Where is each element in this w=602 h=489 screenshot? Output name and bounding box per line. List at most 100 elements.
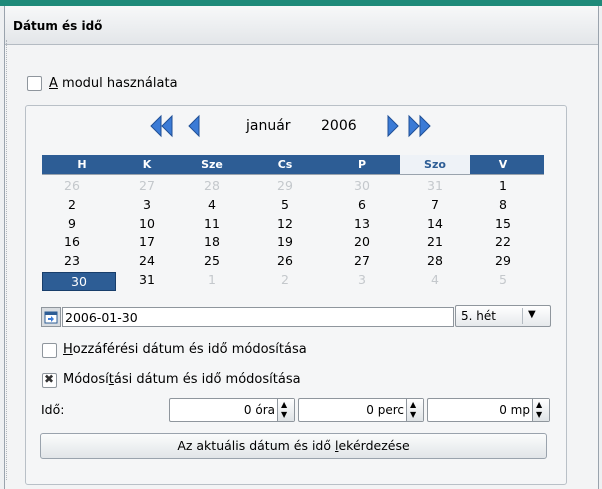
week-select[interactable]: 5. hét ▼	[455, 305, 551, 327]
day-cell[interactable]: 2	[42, 197, 102, 212]
day-cell[interactable]: 20	[332, 234, 392, 249]
double-left-arrow-icon	[150, 114, 173, 138]
calendar-toggle-button[interactable]	[41, 307, 61, 327]
weekday-header: V	[498, 158, 508, 171]
get-current-datetime-button[interactable]: Az aktuális dátum és idő lekérdezése	[40, 433, 547, 459]
day-cell[interactable]: 15	[473, 216, 533, 231]
label-text: ekérdezése	[338, 438, 410, 453]
panel-title: Dátum és idő	[13, 19, 103, 33]
seconds-spin-buttons[interactable]: ▲ ▼	[532, 399, 549, 421]
modify-date-checkbox-label[interactable]: Módosítási dátum és idő módosítása	[63, 372, 301, 387]
day-cell[interactable]: 18	[182, 234, 242, 249]
day-cell[interactable]: 12	[255, 216, 315, 231]
week-select-value: 5. hét	[461, 309, 496, 323]
next-month-button[interactable]	[385, 113, 401, 146]
year-label[interactable]: 2006	[321, 118, 357, 134]
day-cell[interactable]: 9	[42, 216, 102, 231]
day-cell[interactable]: 29	[473, 253, 533, 268]
day-cell[interactable]: 24	[117, 253, 177, 268]
day-cell[interactable]: 28	[400, 253, 470, 268]
next-year-button[interactable]	[407, 113, 433, 146]
modify-date-checkbox[interactable]	[42, 372, 57, 388]
double-right-arrow-icon	[408, 114, 431, 138]
day-cell[interactable]: 4	[182, 197, 242, 212]
month-label[interactable]: január	[246, 118, 291, 134]
accel-char: A	[49, 76, 58, 91]
spin-down-icon[interactable]: ▼	[410, 410, 416, 419]
time-label: Idő:	[41, 402, 65, 417]
weekday-header: Cs	[277, 158, 293, 171]
chevron-down-icon: ▼	[528, 309, 536, 320]
day-cell[interactable]: 8	[473, 197, 533, 212]
label-text: Módosí	[63, 372, 109, 387]
spin-down-icon[interactable]: ▼	[536, 410, 542, 419]
hours-spinbox[interactable]: 0 óra ▲ ▼	[169, 398, 295, 422]
header-separator	[42, 174, 544, 175]
day-cell[interactable]: 4	[400, 272, 470, 287]
minutes-spinbox[interactable]: 0 perc ▲ ▼	[298, 398, 424, 422]
date-input[interactable]: 2006-01-30	[62, 307, 454, 327]
seconds-value: 0 mp	[499, 403, 530, 417]
calendar-icon	[44, 311, 58, 324]
day-cell[interactable]: 31	[400, 178, 470, 193]
day-cell[interactable]: 28	[182, 178, 242, 193]
left-arrow-icon	[188, 114, 200, 138]
day-cell[interactable]: 31	[117, 272, 177, 287]
minutes-spin-buttons[interactable]: ▲ ▼	[406, 399, 423, 421]
label-text: modul használata	[57, 76, 178, 91]
day-cell[interactable]: 21	[400, 234, 470, 249]
day-cell[interactable]: 23	[42, 253, 102, 268]
day-cell[interactable]: 25	[182, 253, 242, 268]
day-cell[interactable]: 27	[117, 178, 177, 193]
right-arrow-icon	[387, 114, 399, 138]
day-cell[interactable]: 6	[332, 197, 392, 212]
access-date-checkbox[interactable]	[42, 343, 57, 358]
seconds-spinbox[interactable]: 0 mp ▲ ▼	[427, 398, 550, 422]
day-cell[interactable]: 5	[473, 272, 533, 287]
day-cell[interactable]: 19	[255, 234, 315, 249]
day-cell[interactable]: 5	[255, 197, 315, 212]
weekday-header: H	[77, 158, 87, 171]
module-checkbox-label[interactable]: A modul használata	[49, 76, 178, 91]
weekday-header: K	[142, 158, 152, 171]
label-text: Az aktuális dátum és idő	[177, 438, 335, 453]
spin-up-icon[interactable]: ▲	[410, 400, 416, 409]
module-checkbox[interactable]	[27, 76, 42, 91]
day-cell[interactable]: 1	[182, 272, 242, 287]
weekday-header: P	[357, 158, 367, 171]
day-cell[interactable]: 10	[117, 216, 177, 231]
day-cell[interactable]: 7	[400, 197, 470, 212]
label-text: ozzáférési dátum és idő módosítása	[72, 342, 307, 357]
day-cell[interactable]: 16	[42, 234, 102, 249]
prev-year-button[interactable]	[148, 113, 174, 146]
select-divider	[522, 308, 523, 324]
day-cell[interactable]: 17	[117, 234, 177, 249]
day-cell[interactable]: 3	[117, 197, 177, 212]
day-cell[interactable]: 27	[332, 253, 392, 268]
weekday-header: Sze	[201, 158, 223, 171]
spin-down-icon[interactable]: ▼	[281, 410, 287, 419]
day-cell[interactable]: 11	[182, 216, 242, 231]
day-cell[interactable]: 13	[332, 216, 392, 231]
day-cell[interactable]: 14	[400, 216, 470, 231]
day-cell[interactable]: 2	[255, 272, 315, 287]
dotted-guide	[6, 40, 7, 480]
day-cell[interactable]: 1	[473, 178, 533, 193]
weekday-header: Szo	[424, 158, 446, 171]
hours-spin-buttons[interactable]: ▲ ▼	[277, 399, 294, 421]
day-cell[interactable]: 29	[255, 178, 315, 193]
day-cell[interactable]: 26	[42, 178, 102, 193]
label-text: ási dátum és idő módosítása	[113, 372, 301, 387]
spin-up-icon[interactable]: ▲	[281, 400, 287, 409]
day-cell[interactable]: 22	[473, 234, 533, 249]
accel-char: H	[63, 342, 73, 357]
hours-value: 0 óra	[243, 403, 275, 417]
day-cell[interactable]: 26	[255, 253, 315, 268]
day-cell[interactable]: 3	[332, 272, 392, 287]
spin-up-icon[interactable]: ▲	[536, 400, 542, 409]
day-cell[interactable]: 30	[332, 178, 392, 193]
prev-month-button[interactable]	[186, 113, 202, 146]
selected-day-cell[interactable]: 30	[42, 272, 116, 291]
date-value: 2006-01-30	[65, 310, 138, 325]
access-date-checkbox-label[interactable]: Hozzáférési dátum és idő módosítása	[63, 342, 307, 357]
